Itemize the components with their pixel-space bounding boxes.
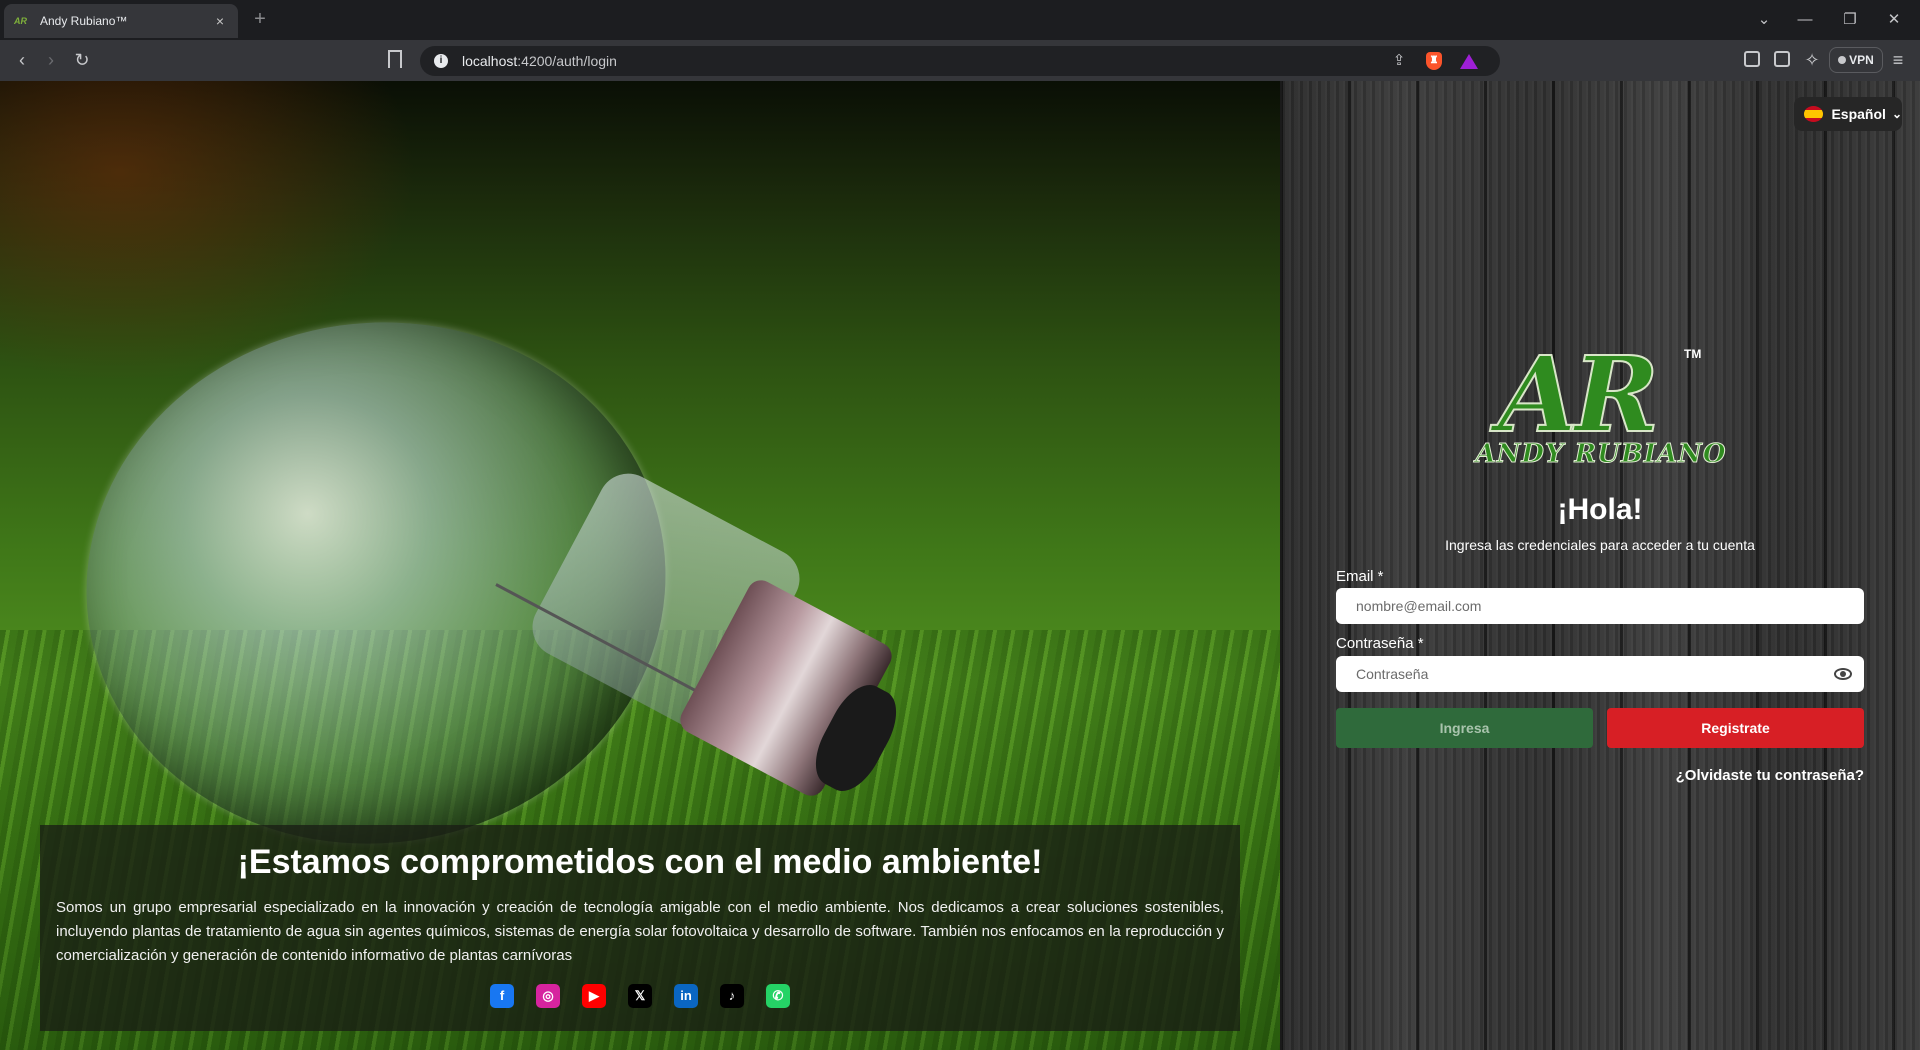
tiktok-icon[interactable]: ♪ — [720, 984, 744, 1008]
back-icon[interactable]: ‹ — [10, 48, 34, 72]
mission-text: Somos un grupo empresarial especializado… — [56, 899, 1224, 964]
instagram-icon[interactable]: ◎ — [536, 984, 560, 1008]
vpn-status-icon — [1838, 56, 1847, 64]
language-selector[interactable]: Español ⌄ — [1794, 97, 1902, 131]
site-info-icon[interactable]: i — [434, 54, 448, 68]
chevron-down-icon: ⌄ — [1891, 107, 1902, 121]
mission-title: ¡Estamos comprometidos con el medio ambi… — [237, 843, 1043, 881]
login-panel: Español ⌄ AR TM ANDY RUBIANO ¡Hola! Ingr… — [1280, 81, 1920, 1050]
wallet-icon[interactable] — [1774, 51, 1790, 67]
language-label: Español — [1831, 106, 1886, 122]
browser-tab[interactable]: AR Andy Rubiano™ × — [4, 4, 238, 38]
email-placeholder: nombre@email.com — [1356, 598, 1482, 614]
vpn-label: VPN — [1849, 53, 1874, 67]
favicon-icon: AR — [14, 16, 27, 26]
close-window-icon[interactable]: ✕ — [1882, 8, 1906, 32]
vpn-button[interactable]: VPN — [1829, 47, 1883, 73]
bookmark-icon[interactable] — [388, 50, 402, 69]
new-tab-icon[interactable]: + — [250, 8, 270, 30]
login-page: ¡Estamos comprometidos con el medio ambi… — [0, 81, 1920, 1050]
brave-shields-icon[interactable]: ♜ — [1426, 52, 1442, 70]
browser-tab-bar: AR Andy Rubiano™ × + ⌄ — ❐ ✕ — [0, 0, 1920, 40]
menu-icon[interactable]: ≡ — [1886, 48, 1910, 72]
email-label: Email * — [1336, 568, 1384, 585]
andy-rubiano-logo: AR TM ANDY RUBIANO — [1475, 333, 1727, 470]
restore-icon[interactable]: ❐ — [1838, 8, 1862, 32]
show-password-icon[interactable] — [1834, 668, 1852, 680]
address-bar[interactable]: i localhost:4200/auth/login ⇪ ♜ — [420, 46, 1500, 76]
forgot-password-link[interactable]: ¿Olvidaste tu contraseña? — [1676, 767, 1864, 784]
tab-title: Andy Rubiano™ — [40, 14, 128, 28]
x-icon[interactable]: 𝕏 — [628, 984, 652, 1008]
facebook-icon[interactable]: f — [490, 984, 514, 1008]
share-icon[interactable]: ⇪ — [1390, 52, 1408, 70]
spain-flag-icon — [1804, 106, 1824, 122]
light-bulb-image — [52, 285, 909, 881]
linkedin-icon[interactable]: in — [674, 984, 698, 1008]
brave-rewards-icon[interactable] — [1460, 53, 1478, 69]
password-label: Contraseña * — [1336, 635, 1424, 652]
youtube-icon[interactable]: ▶ — [582, 984, 606, 1008]
browser-toolbar: ‹ › ↻ i localhost:4200/auth/login ⇪ ♜ ✧ … — [0, 40, 1920, 81]
hero-image: ¡Estamos comprometidos con el medio ambi… — [0, 81, 1280, 1050]
mission-box: ¡Estamos comprometidos con el medio ambi… — [40, 825, 1240, 1031]
password-field[interactable]: Contraseña — [1336, 656, 1864, 692]
forward-icon[interactable]: › — [39, 48, 63, 72]
tab-close-icon[interactable]: × — [212, 13, 228, 29]
greeting-title: ¡Hola! — [1557, 493, 1643, 526]
password-placeholder: Contraseña — [1356, 666, 1429, 682]
sidebar-icon[interactable] — [1744, 51, 1760, 67]
register-button[interactable]: Registrate — [1607, 708, 1864, 748]
leo-ai-icon[interactable]: ✧ — [1800, 48, 1824, 72]
reload-icon[interactable]: ↻ — [70, 48, 94, 72]
whatsapp-icon[interactable]: ✆ — [766, 984, 790, 1008]
social-links: f ◎ ▶ 𝕏in ♪ ✆ — [56, 984, 1224, 1008]
url-text: localhost:4200/auth/login — [462, 53, 617, 69]
login-subtitle: Ingresa las credenciales para acceder a … — [1445, 537, 1755, 553]
login-button[interactable]: Ingresa — [1336, 708, 1593, 748]
minimize-icon[interactable]: — — [1793, 8, 1817, 32]
email-field[interactable]: nombre@email.com — [1336, 588, 1864, 624]
tab-list-icon[interactable]: ⌄ — [1752, 8, 1776, 32]
